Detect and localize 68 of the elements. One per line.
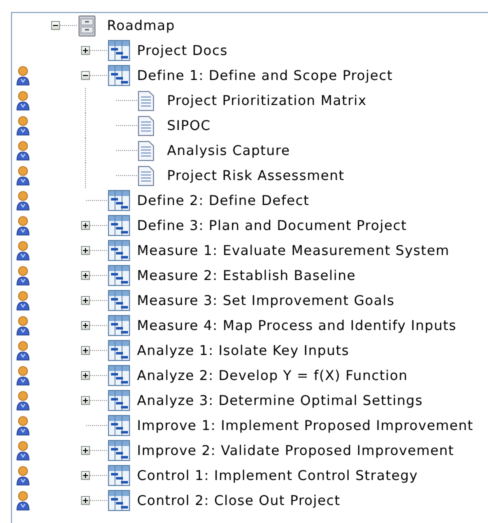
collapse-button[interactable] [81,71,90,80]
plus-icon [82,372,89,379]
gantt-icon [108,265,130,286]
plus-icon [82,222,89,229]
document-icon [138,116,154,136]
expand-button[interactable] [81,346,90,355]
tree-item[interactable]: Analyze 2: Develop Y = f(X) Function [137,368,408,384]
expand-button[interactable] [81,321,90,330]
expand-button[interactable] [81,271,90,280]
cabinet-icon [78,14,96,36]
tree-item[interactable]: Measure 3: Set Improvement Goals [137,292,395,308]
plus-icon [82,47,89,54]
minus-icon [82,72,89,79]
gantt-icon [108,315,130,336]
gantt-icon [108,190,130,211]
plus-icon [82,297,89,304]
gantt-icon [108,290,130,311]
document-icon [138,90,154,110]
expand-button[interactable] [81,246,90,255]
tree-item[interactable]: Measure 2: Establish Baseline [137,268,356,284]
plus-icon [82,347,89,354]
plus-icon [82,247,89,254]
tree-item[interactable]: Measure 4: Map Process and Identify Inputs [137,318,457,334]
plus-icon [82,447,89,454]
expand-button[interactable] [81,46,90,55]
plus-icon [82,272,89,279]
document-icon [138,166,154,186]
expand-button[interactable] [81,446,90,455]
gantt-icon [108,65,130,86]
expand-button[interactable] [81,371,90,380]
tree-item[interactable]: Project Prioritization Matrix [167,92,367,108]
gantt-icon [108,490,130,511]
gantt-icon [108,240,130,261]
collapse-button[interactable] [51,21,60,30]
gantt-icon [108,365,130,386]
expand-button[interactable] [81,396,90,405]
tree-item[interactable]: Analyze 1: Isolate Key Inputs [137,342,350,358]
tree-item[interactable]: SIPOC [167,118,211,134]
gantt-icon [108,390,130,411]
tree-item[interactable]: Project Docs [137,42,228,58]
expand-button[interactable] [81,471,90,480]
tree-item[interactable]: Improve 2: Validate Proposed Improvement [137,442,454,458]
gantt-icon [108,40,130,61]
plus-icon [82,322,89,329]
gantt-icon [108,465,130,486]
tree-item[interactable]: Define 2: Define Defect [137,192,310,208]
expand-button[interactable] [81,296,90,305]
gantt-icon [108,415,130,436]
tree-item[interactable]: Measure 1: Evaluate Measurement System [137,242,450,258]
tree-item[interactable]: Control 2: Close Out Project [137,492,340,508]
gantt-icon [108,215,130,236]
expand-button[interactable] [81,221,90,230]
plus-icon [82,472,89,479]
plus-icon [82,497,89,504]
tree-item[interactable]: Analyze 3: Determine Optimal Settings [137,392,423,408]
tree-item[interactable]: Analysis Capture [167,142,290,158]
minus-icon [52,22,59,29]
tree-item[interactable]: Define 3: Plan and Document Project [137,218,407,234]
tree-item[interactable]: Roadmap [107,18,176,34]
gantt-icon [108,440,130,461]
expand-button[interactable] [81,496,90,505]
gantt-icon [108,340,130,361]
tree-item[interactable]: Control 1: Implement Control Strategy [137,468,418,484]
document-icon [138,140,154,160]
tree-item[interactable]: Improve 1: Implement Proposed Improvement [137,418,474,434]
tree-item[interactable]: Define 1: Define and Scope Project [137,68,393,84]
plus-icon [82,397,89,404]
tree-item[interactable]: Project Risk Assessment [167,168,345,184]
